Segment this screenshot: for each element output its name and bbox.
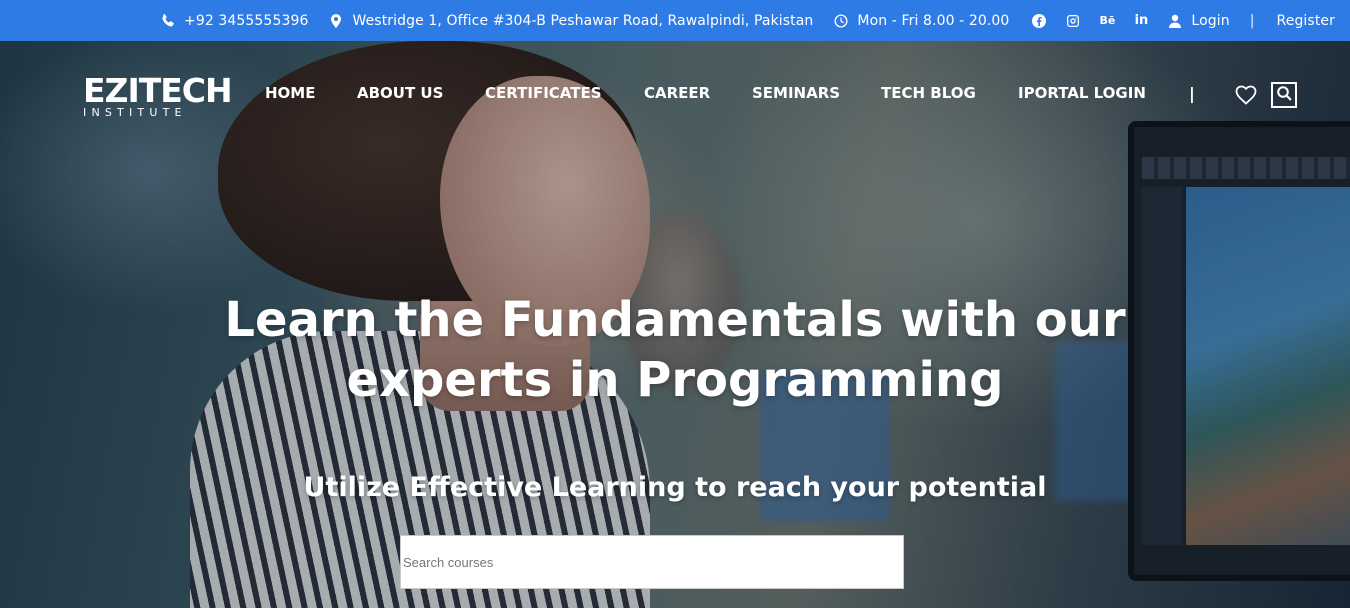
behance-text: Bē	[1099, 14, 1116, 27]
nav-item-tech-blog[interactable]: TECH BLOG	[881, 84, 976, 102]
facebook-icon[interactable]	[1031, 13, 1047, 29]
map-pin-icon	[328, 13, 344, 29]
register-link[interactable]: Register	[1277, 13, 1335, 29]
address-contact[interactable]: Westridge 1, Office #304-B Peshawar Road…	[328, 0, 813, 41]
hours-text: Mon - Fri 8.00 - 20.00	[857, 12, 1010, 29]
nav-item-career[interactable]: CAREER	[644, 84, 710, 102]
nav-item-seminars[interactable]: SEMINARS	[752, 84, 840, 102]
user-icon	[1167, 13, 1183, 29]
course-search-input[interactable]	[401, 536, 903, 588]
phone-icon	[160, 13, 176, 29]
phone-number: +92 3455555396	[184, 12, 309, 29]
heart-icon[interactable]	[1234, 83, 1258, 107]
social-links: Bē in Login	[1031, 0, 1230, 41]
login-link[interactable]: Login	[1191, 13, 1229, 29]
hero-subheadline: Utilize Effective Learning to reach your…	[303, 472, 1047, 503]
nav-separator: |	[1189, 84, 1195, 103]
hero-headline: Learn the Fundamentals with our experts …	[0, 290, 1350, 410]
linkedin-text: in	[1134, 13, 1149, 28]
linkedin-icon[interactable]: in	[1133, 13, 1149, 29]
instagram-icon[interactable]	[1065, 13, 1081, 29]
nav-item-home[interactable]: HOME	[265, 84, 315, 102]
nav-item-certificates[interactable]: CERTIFICATES	[485, 84, 602, 102]
behance-icon[interactable]: Bē	[1099, 13, 1115, 29]
logo-main-text: EZITECH	[83, 71, 233, 110]
top-info-bar: +92 3455555396 Westridge 1, Office #304-…	[0, 0, 1350, 41]
nav-item-iportal-login[interactable]: IPORTAL LOGIN	[1018, 84, 1146, 102]
hero-headline-line2: experts in Programming	[346, 352, 1004, 408]
hero-headline-line1: Learn the Fundamentals with our	[224, 292, 1126, 348]
search-button[interactable]	[1271, 82, 1297, 108]
topbar-separator: |	[1249, 12, 1255, 29]
site-logo[interactable]: EZITECH INSTITUTE	[83, 71, 233, 121]
phone-contact[interactable]: +92 3455555396	[160, 0, 308, 41]
search-icon	[1276, 85, 1292, 105]
clock-icon	[833, 13, 849, 29]
hours-info: Mon - Fri 8.00 - 20.00	[833, 0, 1009, 41]
course-search-box	[400, 535, 904, 589]
nav-item-about-us[interactable]: ABOUT US	[357, 84, 443, 102]
address-text: Westridge 1, Office #304-B Peshawar Road…	[352, 12, 814, 29]
